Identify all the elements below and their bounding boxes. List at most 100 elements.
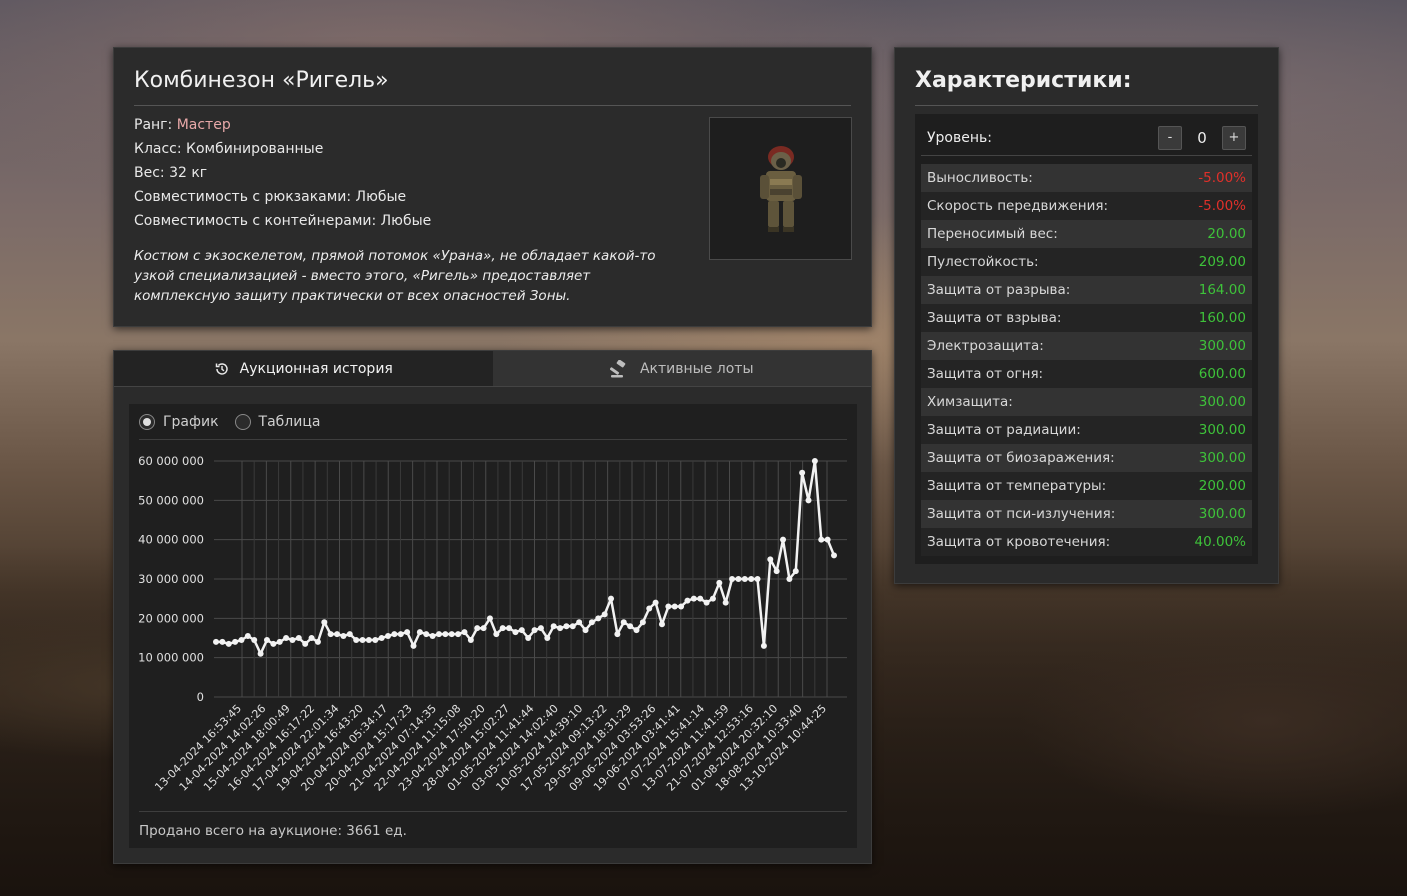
price-point — [786, 576, 793, 582]
price-point — [263, 636, 270, 643]
price-point — [359, 636, 366, 643]
stat-row: Защита от температуры: 200.00 — [921, 472, 1252, 500]
price-point — [697, 595, 704, 602]
stat-label: Защита от радиации: — [927, 422, 1081, 438]
price-point — [493, 631, 500, 638]
stat-value: 600.00 — [1198, 366, 1246, 382]
price-point — [372, 636, 379, 643]
price-point — [474, 625, 481, 632]
price-point — [276, 638, 283, 645]
price-point — [780, 536, 787, 543]
price-point — [442, 631, 449, 638]
radio-table[interactable]: Таблица — [234, 413, 320, 430]
price-point — [410, 642, 417, 649]
y-tick-label: 50 000 000 — [138, 493, 204, 507]
price-point — [811, 458, 818, 464]
stat-rows: Выносливость: -5.00% Скорость передвижени… — [921, 164, 1252, 556]
item-card: Комбинезон «Ригель» Ранг: Мастер Класс: … — [113, 47, 872, 327]
stat-value: -5.00% — [1198, 170, 1246, 186]
price-point — [588, 619, 595, 626]
price-point — [550, 623, 557, 630]
y-tick-label: 40 000 000 — [138, 533, 204, 547]
price-point — [308, 635, 315, 641]
price-point — [525, 635, 532, 641]
stat-row: Защита от пси-излучения: 300.00 — [921, 500, 1252, 528]
rank-label: Ранг: — [134, 117, 173, 133]
price-point — [767, 556, 774, 563]
price-point — [340, 633, 347, 640]
price-point — [824, 536, 831, 543]
price-point — [716, 579, 723, 586]
item-image — [709, 117, 852, 260]
stat-row: Скорость передвижения: -5.00% — [921, 192, 1252, 220]
tab-auction-history-label: Аукционная история — [239, 360, 393, 377]
stat-row: Защита от радиации: 300.00 — [921, 416, 1252, 444]
stat-row: Переносимый вес: 20.00 — [921, 220, 1252, 248]
price-point — [251, 636, 258, 643]
tab-active-lots[interactable]: Активные лоты — [492, 351, 871, 386]
price-point — [225, 640, 232, 647]
y-tick-label: 10 000 000 — [138, 651, 204, 665]
price-point — [627, 623, 634, 630]
price-point — [799, 469, 806, 476]
price-point — [397, 631, 404, 638]
price-point — [238, 636, 245, 643]
price-point — [435, 631, 442, 638]
price-point — [792, 568, 799, 575]
price-point — [506, 625, 513, 632]
stat-value: 164.00 — [1198, 282, 1246, 298]
stat-value: 209.00 — [1198, 254, 1246, 270]
stat-value: 300.00 — [1198, 506, 1246, 522]
radio-table-circle — [234, 413, 251, 430]
price-point — [678, 603, 685, 610]
stat-row: Электрозащита: 300.00 — [921, 332, 1252, 360]
level-increase-button[interactable]: + — [1222, 125, 1246, 150]
price-point — [703, 599, 710, 606]
price-point — [531, 627, 538, 634]
price-point — [283, 635, 290, 641]
price-point — [582, 627, 589, 634]
price-point — [608, 595, 615, 602]
stat-row: Выносливость: -5.00% — [921, 164, 1252, 192]
level-decrease-button[interactable]: - — [1158, 125, 1182, 150]
price-point — [448, 631, 455, 638]
price-point — [537, 625, 544, 632]
price-point — [639, 619, 646, 626]
price-point — [365, 636, 372, 643]
tab-auction-history[interactable]: Аукционная история — [114, 351, 493, 386]
item-title: Комбинезон «Ригель» — [134, 68, 851, 106]
stat-label: Защита от взрыва: — [927, 310, 1062, 326]
price-point — [429, 633, 436, 640]
stat-value: 300.00 — [1198, 394, 1246, 410]
price-point — [620, 619, 627, 626]
price-point — [219, 638, 226, 645]
price-point — [327, 631, 334, 638]
stat-row: Защита от огня: 600.00 — [921, 360, 1252, 388]
stat-row: Защита от взрыва: 160.00 — [921, 304, 1252, 332]
stat-value: 200.00 — [1198, 478, 1246, 494]
price-point — [480, 625, 487, 632]
radio-chart[interactable]: График — [139, 413, 219, 430]
level-label: Уровень: — [927, 129, 992, 146]
price-point — [346, 631, 353, 638]
stat-value: 300.00 — [1198, 338, 1246, 354]
price-point — [722, 599, 729, 606]
price-point — [302, 640, 309, 647]
stat-value: 40.00% — [1194, 534, 1246, 550]
stat-label: Химзащита: — [927, 394, 1013, 410]
price-point — [735, 576, 742, 582]
price-point — [213, 638, 219, 645]
auction-history-panel: График Таблица 0 10 000 000 20 000 000 30 0… — [129, 404, 857, 848]
price-point — [595, 615, 602, 622]
price-point — [257, 650, 264, 657]
auction-tabs: Аукционная история Активные лоты — [114, 351, 871, 387]
stat-label: Защита от разрыва: — [927, 282, 1071, 298]
price-point — [314, 638, 321, 645]
price-point — [416, 629, 423, 636]
stat-label: Переносимый вес: — [927, 226, 1058, 242]
stat-row: Химзащита: 300.00 — [921, 388, 1252, 416]
stats-table: Уровень: - 0 + Выносливость: -5.00% Скоро… — [915, 114, 1258, 564]
price-point — [467, 636, 474, 643]
y-tick-label: 0 — [197, 690, 204, 704]
price-point — [455, 631, 462, 638]
